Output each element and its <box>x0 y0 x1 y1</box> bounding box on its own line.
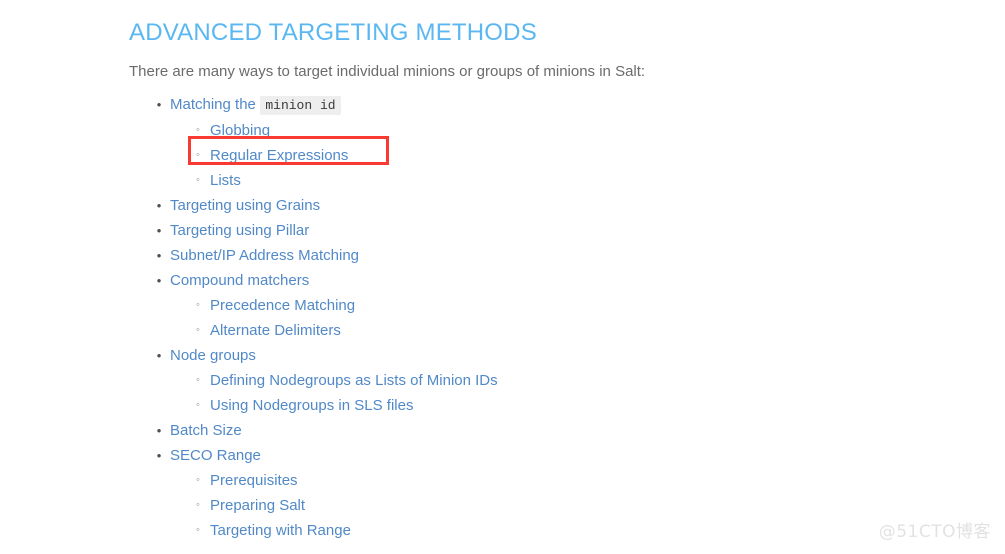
list-item: ◦ Using Nodegroups in SLS files <box>196 393 969 418</box>
bullet-disc-icon: • <box>156 223 162 238</box>
bullet-circle-icon: ◦ <box>196 324 200 336</box>
toc-link-batch-size[interactable]: Batch Size <box>170 422 242 439</box>
toc-link-prerequisites[interactable]: Prerequisites <box>210 472 298 489</box>
bullet-disc-icon: • <box>156 423 162 438</box>
toc-link-preparing-salt[interactable]: Preparing Salt <box>210 497 305 514</box>
bullet-disc-icon: • <box>156 97 162 112</box>
toc-link-matching-the-minion-id[interactable]: Matching the <box>170 96 256 113</box>
bullet-circle-icon: ◦ <box>196 174 200 186</box>
bullet-disc-icon: • <box>156 248 162 263</box>
list-item: ◦ Defining Nodegroups as Lists of Minion… <box>196 368 969 393</box>
toc-link-targeting-with-range[interactable]: Targeting with Range <box>210 522 351 539</box>
bullet-disc-icon: • <box>156 198 162 213</box>
toc-link-lists[interactable]: Lists <box>210 172 241 189</box>
bullet-circle-icon: ◦ <box>196 524 200 536</box>
list-item: • SECO Range ◦ Prerequisites ◦ Preparing… <box>157 443 969 543</box>
list-item: • Batch Size <box>157 418 969 443</box>
bullet-circle-icon: ◦ <box>196 124 200 136</box>
toc-link-defining-nodegroups-as-lists-of-minion-ids[interactable]: Defining Nodegroups as Lists of Minion I… <box>210 372 498 389</box>
list-item: ◦ Lists <box>196 168 969 193</box>
toc-link-regular-expressions[interactable]: Regular Expressions <box>210 147 348 164</box>
toc-link-compound-matchers[interactable]: Compound matchers <box>170 272 309 289</box>
list-item: ◦ Globbing <box>196 118 969 143</box>
list-item: ◦ Prerequisites <box>196 468 969 493</box>
sub-list: ◦ Precedence Matching ◦ Alternate Delimi… <box>170 293 969 343</box>
toc-link-subnet-ip-address-matching[interactable]: Subnet/IP Address Matching <box>170 247 359 264</box>
bullet-circle-icon: ◦ <box>196 299 200 311</box>
intro-paragraph: There are many ways to target individual… <box>129 63 646 80</box>
list-item: • Targeting using Grains <box>157 193 969 218</box>
toc-link-label: Matching the <box>170 96 256 113</box>
bullet-circle-icon: ◦ <box>196 399 200 411</box>
list-item: • Targeting using Pillar <box>157 218 969 243</box>
list-item: • Compound matchers ◦ Precedence Matchin… <box>157 268 969 343</box>
bullet-disc-icon: • <box>156 448 162 463</box>
toc-link-seco-range[interactable]: SECO Range <box>170 447 261 464</box>
list-item: ◦ Precedence Matching <box>196 293 969 318</box>
page-title: ADVANCED TARGETING METHODS <box>129 19 537 46</box>
inline-code-minion-id: minion id <box>260 96 341 115</box>
list-item: • Subnet/IP Address Matching <box>157 243 969 268</box>
bullet-circle-icon: ◦ <box>196 374 200 386</box>
list-item: ◦ Targeting with Range <box>196 518 969 543</box>
bullet-disc-icon: • <box>156 348 162 363</box>
sub-list: ◦ Defining Nodegroups as Lists of Minion… <box>170 368 969 418</box>
toc-link-using-nodegroups-in-sls-files[interactable]: Using Nodegroups in SLS files <box>210 397 413 414</box>
sub-list: ◦ Globbing ◦ Regular Expressions ◦ Lists <box>170 118 969 193</box>
list-item: ◦ Preparing Salt <box>196 493 969 518</box>
bullet-circle-icon: ◦ <box>196 149 200 161</box>
toc-link-node-groups[interactable]: Node groups <box>170 347 256 364</box>
bullet-circle-icon: ◦ <box>196 499 200 511</box>
toc-link-targeting-using-pillar[interactable]: Targeting using Pillar <box>170 222 309 239</box>
list-item: ◦ Alternate Delimiters <box>196 318 969 343</box>
sub-list: ◦ Prerequisites ◦ Preparing Salt ◦ Targe… <box>170 468 969 543</box>
toc-link-precedence-matching[interactable]: Precedence Matching <box>210 297 355 314</box>
toc-link-targeting-using-grains[interactable]: Targeting using Grains <box>170 197 320 214</box>
bullet-circle-icon: ◦ <box>196 474 200 486</box>
table-of-contents: • Matching the minion id ◦ Globbing ◦ Re… <box>129 92 969 543</box>
toc-link-alternate-delimiters[interactable]: Alternate Delimiters <box>210 322 341 339</box>
watermark: @51CTO博客 <box>878 522 991 542</box>
list-item: ◦ Regular Expressions <box>196 143 969 168</box>
bullet-disc-icon: • <box>156 273 162 288</box>
list-item: • Node groups ◦ Defining Nodegroups as L… <box>157 343 969 418</box>
documentation-page: ADVANCED TARGETING METHODS There are man… <box>129 0 969 543</box>
toc-link-globbing[interactable]: Globbing <box>210 122 270 139</box>
list-item: • Matching the minion id ◦ Globbing ◦ Re… <box>157 92 969 193</box>
